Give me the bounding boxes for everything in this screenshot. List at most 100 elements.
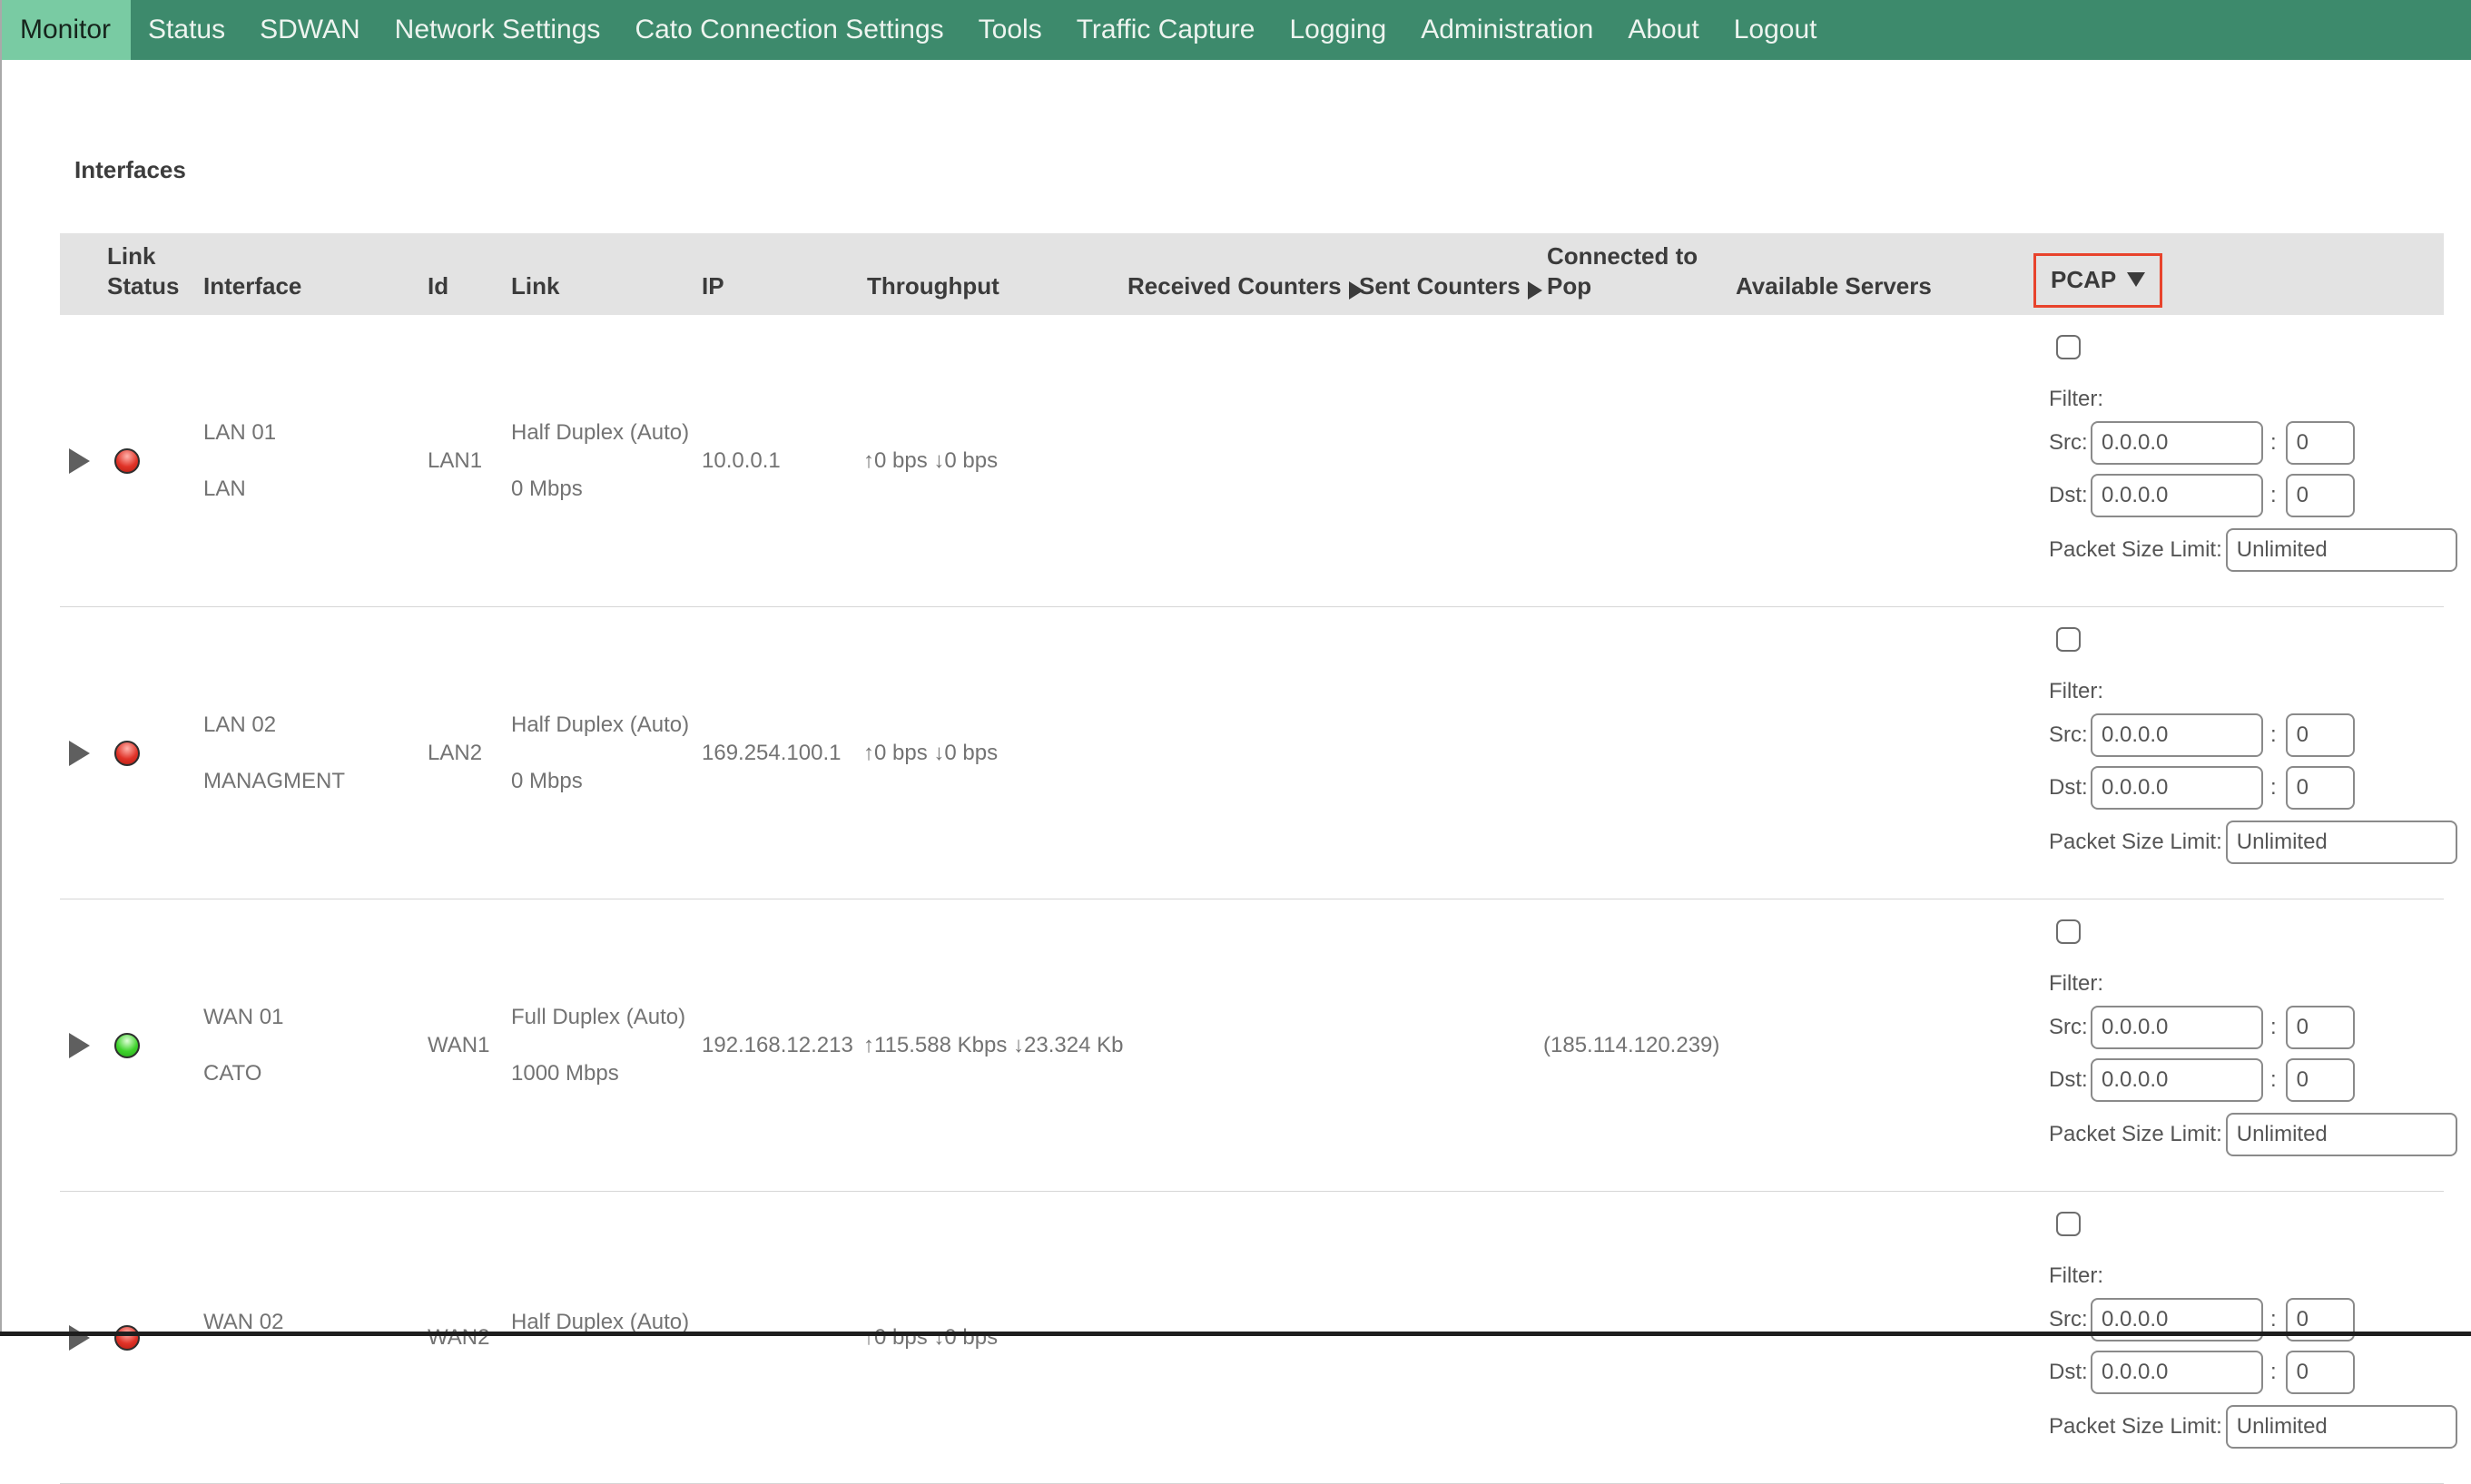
pcap-enable-checkbox[interactable]	[2056, 1212, 2081, 1236]
link-speed: 0 Mbps	[511, 769, 583, 794]
interface-id: LAN1	[428, 448, 482, 474]
pcap-dst-ip-input[interactable]	[2091, 1058, 2263, 1102]
col-header-interface: Interface	[200, 233, 424, 315]
nav-item-monitor[interactable]: Monitor	[0, 0, 131, 60]
pcap-size-limit-input[interactable]	[2226, 1405, 2457, 1449]
throughput-cell: ↑0 bps ↓0 bps	[863, 315, 1124, 606]
pcap-dst-ip-input[interactable]	[2091, 474, 2263, 517]
pcap-size-limit-input[interactable]	[2226, 1113, 2457, 1156]
row-expand-icon[interactable]	[69, 448, 90, 474]
pcap-enable-checkbox[interactable]	[2056, 335, 2081, 359]
nav-item-administration[interactable]: Administration	[1403, 0, 1610, 60]
pcap-src-port-input[interactable]	[2286, 713, 2355, 757]
nav-item-logging[interactable]: Logging	[1272, 0, 1403, 60]
pcap-src-ip-input[interactable]	[2091, 713, 2263, 757]
throughput-cell: ↑115.588 Kbps ↓23.324 Kbps	[863, 899, 1124, 1191]
pcap-filter-label: Filter:	[2049, 679, 2103, 704]
pcap-size-limit-input[interactable]	[2226, 528, 2457, 572]
link-cell: Full Duplex (Auto) 1000 Mbps	[507, 899, 698, 1191]
pcap-collapse-icon[interactable]	[2127, 272, 2145, 287]
pcap-size-row: Packet Size Limit:	[2049, 1405, 2457, 1449]
interface-name: LAN 01	[203, 420, 276, 446]
pcap-dst-label: Dst:	[2049, 1067, 2091, 1093]
received-counters-cell	[1124, 899, 1355, 1191]
status-dot	[114, 1325, 140, 1351]
connected-pop-cell	[1543, 1192, 1732, 1483]
nav-item-tools[interactable]: Tools	[961, 0, 1059, 60]
col-header-pcap[interactable]: PCAP	[2047, 233, 2444, 315]
pcap-size-limit-label: Packet Size Limit:	[2049, 537, 2222, 563]
col-header-received-counters[interactable]: Received Counters	[1124, 233, 1355, 315]
pcap-dst-row: Dst: :	[2049, 766, 2355, 810]
pcap-size-limit-label: Packet Size Limit:	[2049, 1122, 2222, 1147]
interface-ip: 10.0.0.1	[702, 448, 781, 474]
interface-id-cell: LAN2	[424, 607, 507, 899]
pcap-src-ip-input[interactable]	[2091, 421, 2263, 465]
nav-item-sdwan[interactable]: SDWAN	[242, 0, 378, 60]
pcap-size-row: Packet Size Limit:	[2049, 528, 2457, 572]
pcap-src-row: Src: :	[2049, 421, 2355, 465]
sent-counters-cell	[1355, 1192, 1543, 1483]
col-header-sent-counters[interactable]: Sent Counters	[1355, 233, 1543, 315]
interface-label: CATO	[203, 1061, 261, 1086]
pcap-cell: Filter: Src: : Dst: : Packet Size Limit:	[2047, 899, 2444, 1191]
col-header-link: Link	[507, 233, 698, 315]
pcap-dst-ip-input[interactable]	[2091, 1351, 2263, 1394]
pcap-dst-port-input[interactable]	[2286, 474, 2355, 517]
pcap-src-ip-input[interactable]	[2091, 1006, 2263, 1049]
col-header-throughput: Throughput	[863, 233, 1124, 315]
table-row: LAN 01 LAN LAN1 Half Duplex (Auto) 0 Mbp…	[60, 315, 2444, 607]
pcap-dst-ip-input[interactable]	[2091, 766, 2263, 810]
interface-cell: WAN 01 CATO	[200, 899, 424, 1191]
nav-item-status[interactable]: Status	[131, 0, 242, 60]
throughput-cell: ↑0 bps ↓0 bps	[863, 1192, 1124, 1483]
pcap-src-label: Src:	[2049, 430, 2091, 456]
pcap-src-port-input[interactable]	[2286, 1006, 2355, 1049]
pcap-size-limit-input[interactable]	[2226, 821, 2457, 864]
interface-id-cell: WAN1	[424, 899, 507, 1191]
interface-id-cell: WAN2	[424, 1192, 507, 1483]
pcap-dst-port-input[interactable]	[2286, 1058, 2355, 1102]
available-servers-cell	[1732, 899, 2047, 1191]
pcap-dst-label: Dst:	[2049, 483, 2091, 508]
pcap-dst-row: Dst: :	[2049, 1058, 2355, 1102]
nav-item-cato-connection-settings[interactable]: Cato Connection Settings	[617, 0, 960, 60]
row-status-cell	[60, 899, 200, 1191]
pcap-src-port-separator: :	[2270, 1015, 2277, 1040]
connected-pop-cell	[1543, 607, 1732, 899]
received-counters-cell	[1124, 607, 1355, 899]
sent-counters-cell	[1355, 315, 1543, 606]
pcap-dst-label: Dst:	[2049, 1360, 2091, 1385]
row-expand-icon[interactable]	[69, 741, 90, 766]
link-duplex: Half Duplex (Auto)	[511, 713, 689, 738]
pcap-dst-port-input[interactable]	[2286, 766, 2355, 810]
pcap-enable-checkbox[interactable]	[2056, 919, 2081, 944]
nav-item-network-settings[interactable]: Network Settings	[378, 0, 618, 60]
row-expand-icon[interactable]	[69, 1033, 90, 1058]
window-left-edge	[0, 0, 2, 1336]
pcap-src-port-input[interactable]	[2286, 421, 2355, 465]
throughput-value: ↑0 bps ↓0 bps	[863, 1325, 998, 1351]
interface-cell: LAN 02 MANAGMENT	[200, 607, 424, 899]
pcap-size-limit-label: Packet Size Limit:	[2049, 1414, 2222, 1440]
connected-pop-cell	[1543, 315, 1732, 606]
ip-cell	[698, 1192, 863, 1483]
ip-cell: 192.168.12.213	[698, 899, 863, 1191]
pcap-src-port-separator: :	[2270, 722, 2277, 748]
pcap-enable-checkbox[interactable]	[2056, 627, 2081, 652]
nav-item-about[interactable]: About	[1610, 0, 1716, 60]
pcap-header-highlight-box[interactable]: PCAP	[2033, 253, 2162, 308]
nav-item-logout[interactable]: Logout	[1717, 0, 1835, 60]
interface-name: LAN 02	[203, 713, 276, 738]
pcap-filter-label: Filter:	[2049, 387, 2103, 412]
interface-id: WAN2	[428, 1325, 489, 1351]
pcap-src-label: Src:	[2049, 1307, 2091, 1332]
interface-ip: 169.254.100.1	[702, 741, 841, 766]
nav-item-traffic-capture[interactable]: Traffic Capture	[1059, 0, 1273, 60]
link-speed: 1000 Mbps	[511, 1061, 619, 1086]
link-cell: Half Duplex (Auto) 0 Mbps	[507, 607, 698, 899]
row-expand-icon[interactable]	[69, 1325, 90, 1351]
pcap-src-label: Src:	[2049, 1015, 2091, 1040]
sent-counters-expand-icon[interactable]	[1528, 281, 1542, 300]
pcap-dst-port-input[interactable]	[2286, 1351, 2355, 1394]
